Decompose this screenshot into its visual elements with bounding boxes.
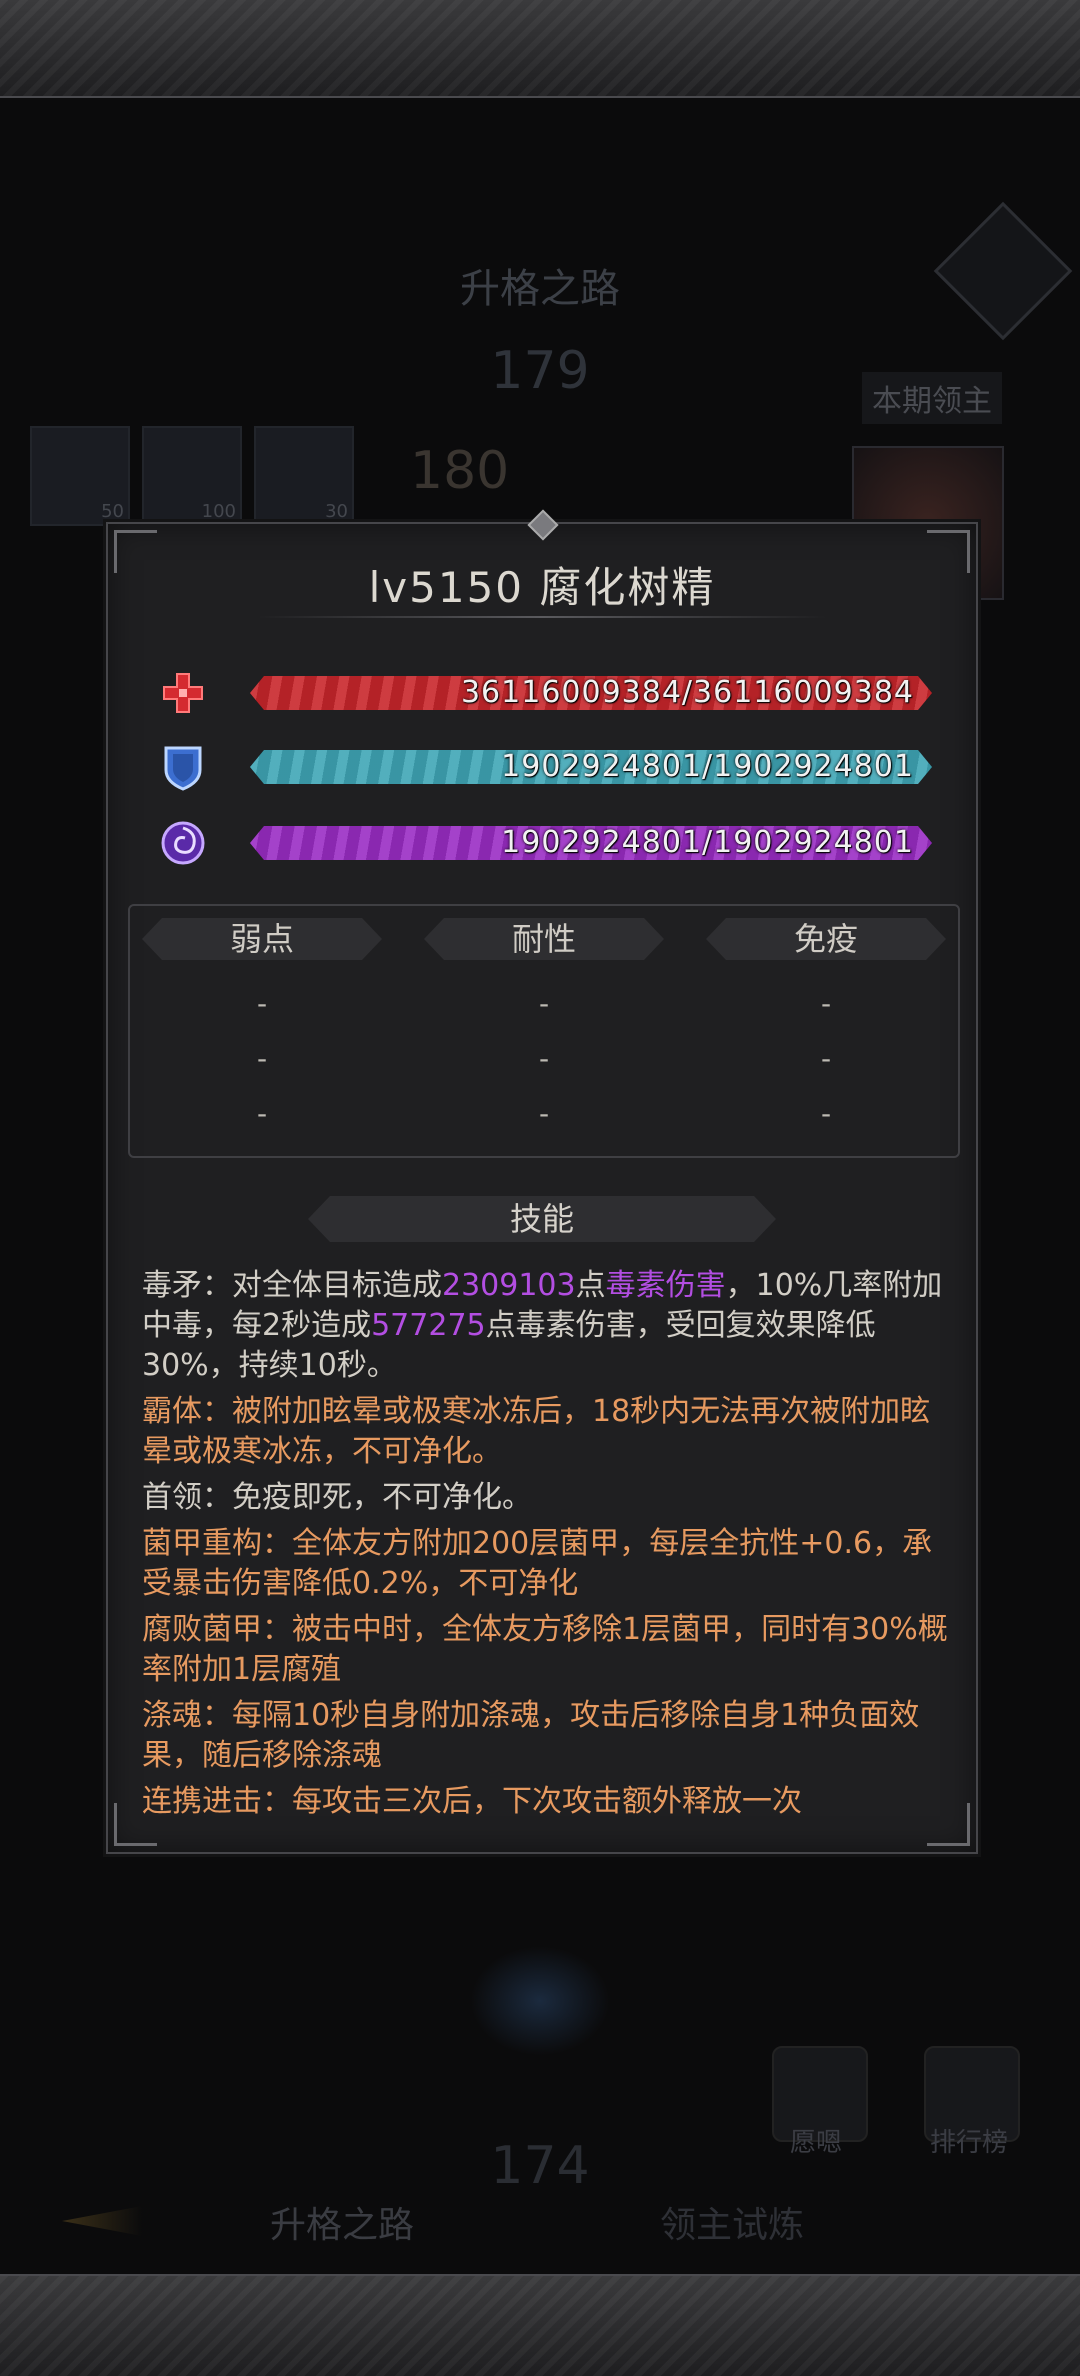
skill-rotting-fungal-armor: 腐败菌甲：被击中时，全体友方移除1层菌甲，同时有30%概率附加1层腐殖: [142, 1612, 948, 1687]
bg-orb: [470, 1946, 610, 2056]
hp-bar: 36116009384/36116009384: [250, 676, 932, 710]
energy-row: 1902924801/1902924801: [158, 818, 938, 868]
bg-item-slot: 50: [30, 426, 130, 526]
bg-level-bottom: 174: [490, 2136, 590, 2196]
skills-header: 技能: [308, 1196, 776, 1242]
header-immunity: 免疫: [706, 918, 946, 960]
hp-value: 36116009384/36116009384: [460, 675, 914, 710]
boss-title: lv5150 腐化树精: [368, 563, 716, 612]
weakness-cell: -: [256, 987, 268, 1020]
shield-bar: 1902924801/1902924801: [250, 750, 932, 784]
top-ornament-bar: [0, 0, 1080, 98]
resistance-cell: -: [538, 1042, 550, 1075]
hp-row: 36116009384/36116009384: [158, 668, 938, 718]
immunity-cell: -: [820, 1042, 832, 1075]
immunity-cell: -: [820, 1097, 832, 1130]
bg-nav-right: 领主试炼: [660, 2205, 805, 2246]
energy-value: 1902924801/1902924801: [501, 825, 914, 860]
shield-icon: [164, 746, 202, 791]
skill-fungal-armor-rebuild: 菌甲重构：全体友方附加200层菌甲，每层全抗性+0.6，承受暴击伤害降低0.2%…: [142, 1526, 933, 1601]
resistance-column: - - -: [424, 976, 664, 1141]
resistance-cell: -: [538, 1097, 550, 1130]
health-cross-icon: [163, 673, 203, 713]
skills-list: 毒矛：对全体目标造成2309103点毒素伤害，10%几率附加中毒，每2秒造成57…: [142, 1266, 950, 1828]
skill-leader: 首领：免疫即死，不可净化。: [142, 1480, 532, 1515]
bg-boss-label: 本期领主: [862, 372, 1002, 424]
resistance-cell: -: [538, 987, 550, 1020]
resistance-table: 弱点 耐性 免疫 - - - - - - - - -: [128, 904, 960, 1158]
bg-item-slot: 30: [254, 426, 354, 526]
bg-level-mid: 180: [410, 441, 510, 501]
header-weakness: 弱点: [142, 918, 382, 960]
skill-toxic-spear: 毒矛：对全体目标造成2309103点毒素伤害，10%几率附加中毒，每2秒造成57…: [142, 1268, 943, 1383]
immunity-column: - - -: [706, 976, 946, 1141]
bg-page-title: 升格之路: [460, 266, 620, 312]
shield-value: 1902924801/1902924801: [501, 749, 914, 784]
skill-superarmor: 霸体：被附加眩晕或极寒冰冻后，18秒内无法再次被附加眩晕或极寒冰冻，不可净化。: [142, 1394, 931, 1469]
arrow-left-icon: [62, 2206, 142, 2236]
bottom-ornament-bar: [0, 2274, 1080, 2376]
title-divider: [258, 616, 826, 618]
bg-nav-left: 升格之路: [270, 2205, 415, 2246]
vortex-icon: [161, 821, 205, 865]
energy-bar: 1902924801/1902924801: [250, 826, 932, 860]
header-resistance: 耐性: [424, 918, 664, 960]
bg-item-slot: 100: [142, 426, 242, 526]
immunity-cell: -: [820, 987, 832, 1020]
boss-info-panel: lv5150 腐化树精 36116009384/36116009384 1902…: [106, 509, 978, 1854]
weakness-column: - - -: [142, 976, 382, 1141]
skill-chain-attack: 连携进击：每攻击三次后，下次攻击额外释放一次: [142, 1784, 802, 1819]
weakness-cell: -: [256, 1042, 268, 1075]
shield-row: 1902924801/1902924801: [158, 742, 938, 792]
weakness-cell: -: [256, 1097, 268, 1130]
skill-soul-cleanse: 涤魂：每隔10秒自身附加涤魂，攻击后移除自身1种负面效果，随后移除涤魂: [142, 1698, 920, 1773]
